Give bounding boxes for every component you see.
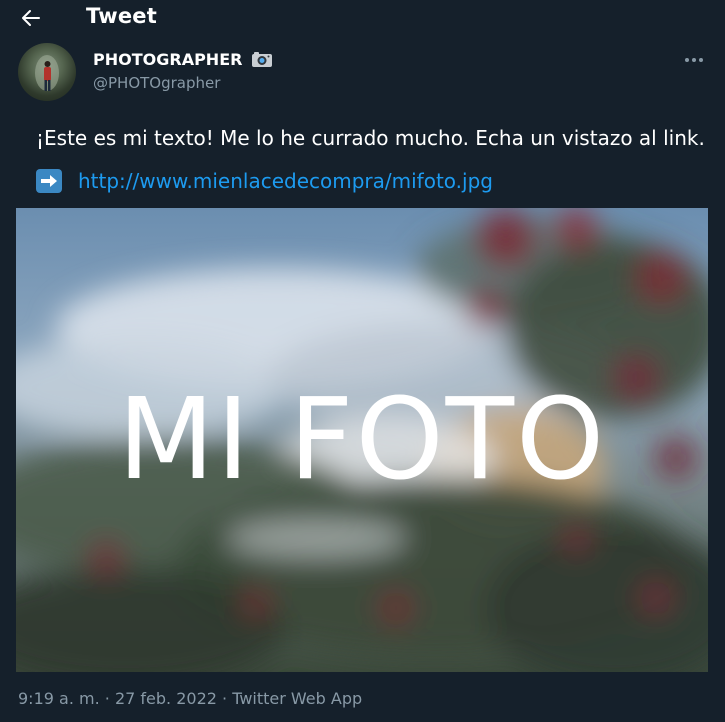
avatar[interactable] — [18, 43, 76, 101]
tweet-photo[interactable]: MI FOTO — [16, 208, 708, 672]
more-options-icon[interactable] — [680, 50, 708, 70]
author-name[interactable]: PHOTOGRAPHER — [93, 50, 242, 69]
right-arrow-emoji-icon — [36, 169, 62, 193]
tweet-link[interactable]: http://www.mienlacedecompra/mifoto.jpg — [78, 169, 493, 193]
blurred-photo-background — [16, 208, 708, 672]
tweet-text: ¡Este es mi texto! Me lo he currado much… — [36, 126, 705, 150]
tweet-source[interactable]: Twitter Web App — [232, 689, 362, 708]
camera-emoji-icon — [252, 52, 272, 67]
tweet-page: Tweet PHOTOGRAPHER @PHOTOgrapher ¡Este e… — [0, 0, 725, 722]
tweet-time[interactable]: 9:19 a. m. — [18, 689, 100, 708]
separator: · — [222, 689, 228, 708]
separator: · — [104, 689, 110, 708]
back-button[interactable] — [18, 5, 44, 31]
header: Tweet — [0, 0, 725, 36]
tweet-date[interactable]: 27 feb. 2022 — [115, 689, 217, 708]
avatar-image — [35, 55, 59, 91]
page-title: Tweet — [86, 4, 157, 28]
arrow-left-icon — [22, 10, 40, 26]
author-handle[interactable]: @PHOTOgrapher — [93, 74, 220, 92]
tweet-timestamp: 9:19 a. m. · 27 feb. 2022 · Twitter Web … — [18, 689, 362, 708]
